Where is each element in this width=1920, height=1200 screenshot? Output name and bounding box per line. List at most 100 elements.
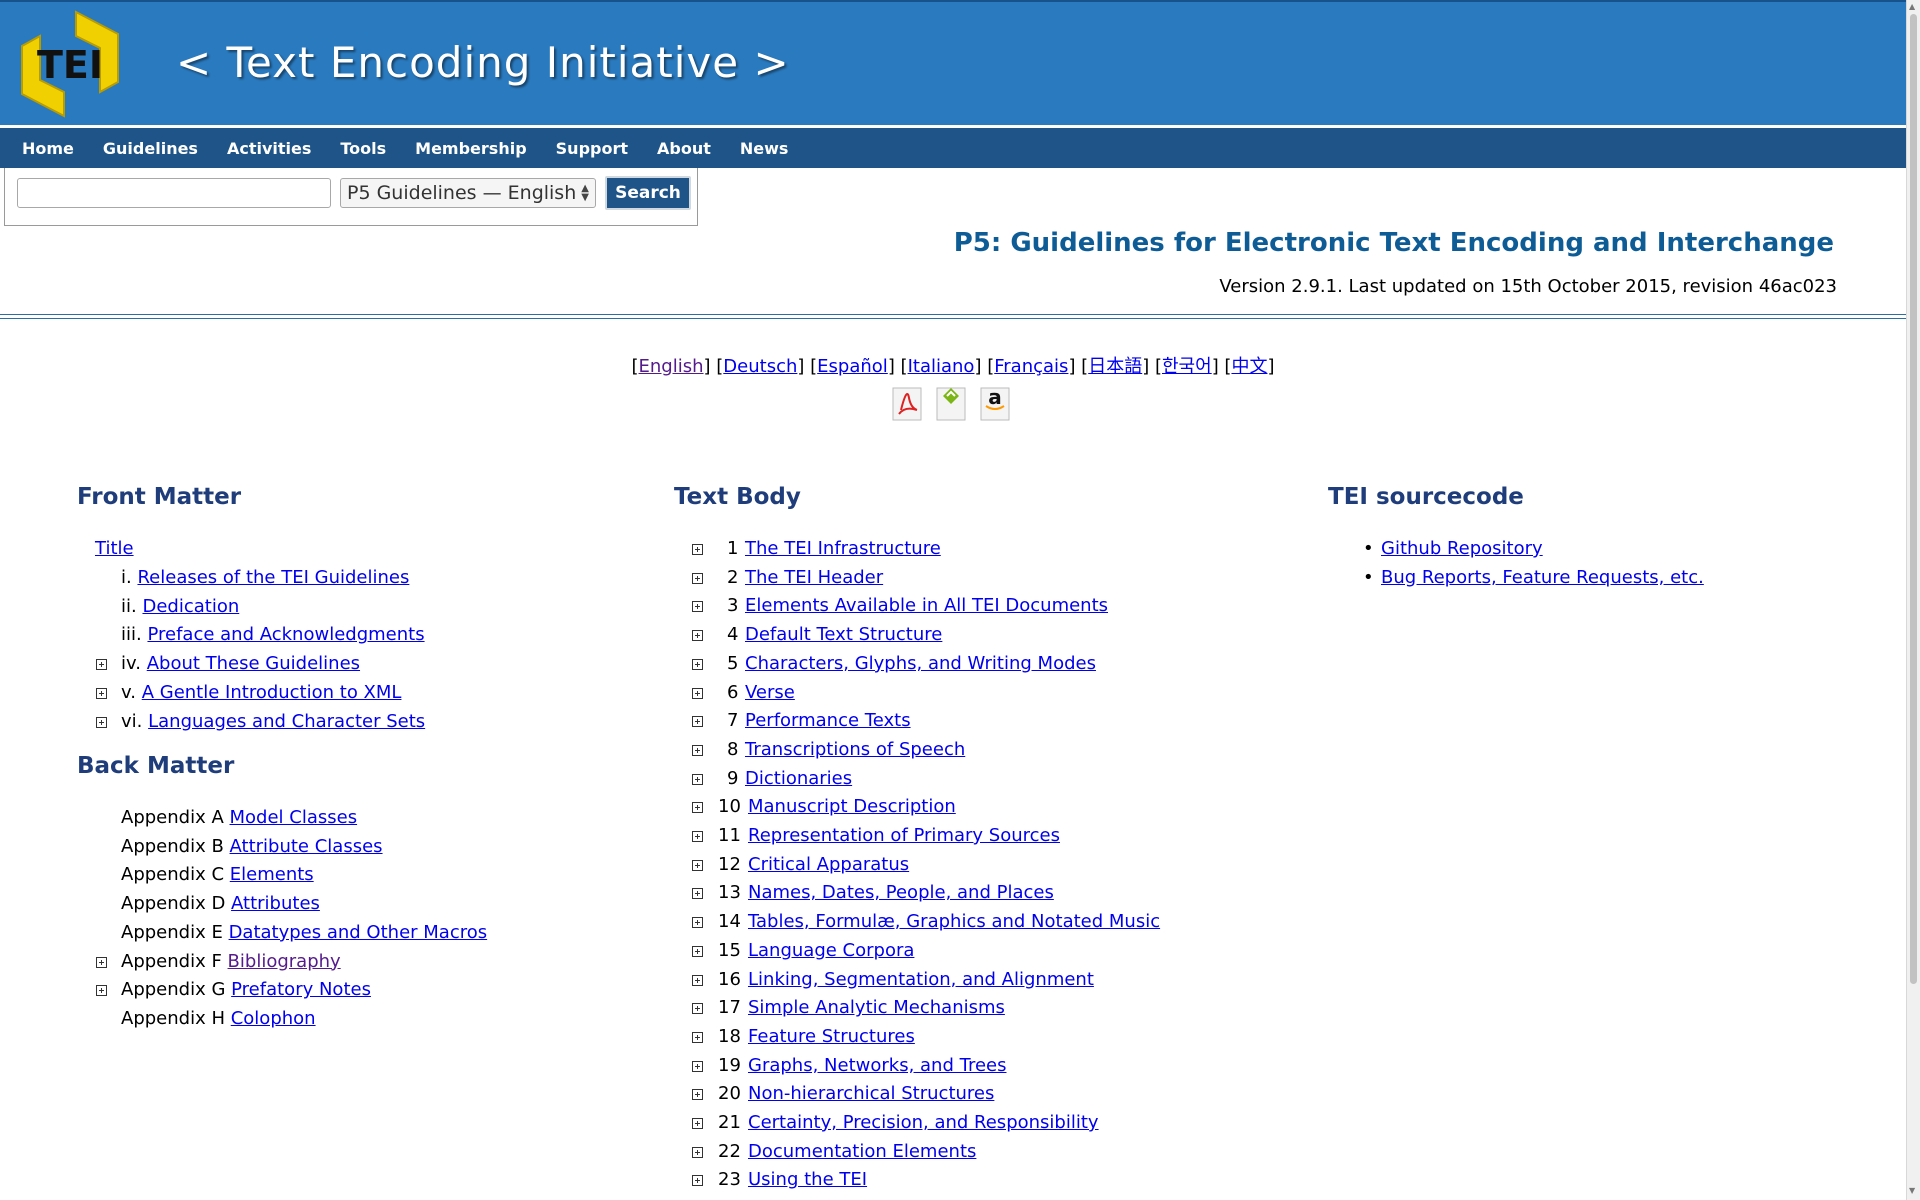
lang-chinese[interactable]: 中文 (1231, 356, 1267, 377)
appendix-link[interactable]: Bibliography (228, 951, 341, 972)
chapter-link[interactable]: Dedication (142, 596, 239, 617)
chapter-link[interactable]: The TEI Header (745, 567, 883, 588)
expand-icon[interactable] (96, 956, 107, 968)
expand-icon[interactable] (96, 659, 107, 671)
search-button[interactable]: Search (605, 176, 691, 210)
appendix-link[interactable]: Datatypes and Other Macros (229, 922, 488, 943)
expand-icon[interactable] (692, 917, 703, 929)
expand-icon[interactable] (692, 601, 703, 613)
expand-icon[interactable] (96, 687, 107, 699)
chapter-link[interactable]: Preface and Acknowledgments (147, 624, 424, 645)
chapter-number: 2 (727, 566, 739, 588)
expand-icon[interactable] (692, 831, 703, 842)
chapter-link[interactable]: Language Corpora (748, 940, 914, 961)
chapter-link[interactable]: The TEI Infrastructure (745, 538, 941, 559)
expand-icon[interactable] (692, 888, 703, 900)
guidelines-language-select[interactable]: P5 Guidelines — English ▲ ▼ (340, 178, 596, 208)
tei-logo[interactable]: TEI (14, 8, 126, 120)
expand-icon[interactable] (692, 630, 703, 642)
expand-icon[interactable] (692, 1060, 703, 1072)
lang-francais[interactable]: Français (994, 356, 1068, 377)
chapter-link[interactable]: Transcriptions of Speech (745, 739, 965, 760)
chapter-link[interactable]: Feature Structures (748, 1026, 915, 1047)
nav-news[interactable]: News (740, 139, 789, 158)
appendix-link[interactable]: Colophon (231, 1008, 316, 1029)
chapter-link[interactable]: Graphs, Networks, and Trees (748, 1055, 1006, 1076)
expand-icon[interactable] (692, 572, 703, 584)
nav-activities[interactable]: Activities (227, 139, 311, 158)
search-input[interactable] (17, 178, 331, 208)
expand-icon[interactable] (692, 1118, 703, 1129)
chapter-link[interactable]: Languages and Character Sets (148, 711, 425, 732)
expand-icon[interactable] (692, 716, 703, 728)
chapter-link[interactable]: Default Text Structure (745, 624, 942, 645)
chapter-link[interactable]: Critical Apparatus (748, 854, 909, 875)
appendix-link[interactable]: Elements (230, 864, 314, 885)
chapter-link[interactable]: Performance Texts (745, 710, 911, 731)
page-scrollbar[interactable]: ▲ ▼ (1906, 0, 1920, 1200)
scroll-up-icon[interactable]: ▲ (1909, 2, 1915, 11)
expand-icon[interactable] (692, 945, 703, 957)
expand-icon[interactable] (692, 1089, 703, 1101)
chapter-link[interactable]: Releases of the TEI Guidelines (137, 567, 409, 588)
lang-english[interactable]: English (639, 356, 704, 377)
chapter-link[interactable]: Tables, Formulæ, Graphics and Notated Mu… (748, 911, 1160, 932)
lang-espanol[interactable]: Español (817, 356, 888, 377)
sourcecode-link[interactable]: Github Repository (1381, 538, 1543, 559)
nav-membership[interactable]: Membership (415, 139, 527, 158)
chapter-link[interactable]: Certainty, Precision, and Responsibility (748, 1112, 1099, 1133)
item-number: v. (121, 681, 136, 703)
scrollbar-thumb[interactable] (1910, 14, 1917, 984)
appendix-link[interactable]: Model Classes (230, 807, 358, 828)
lang-italiano[interactable]: Italiano (908, 356, 975, 377)
list-item: Github Repository (1381, 537, 1543, 561)
epub-icon[interactable] (933, 380, 969, 424)
nav-support[interactable]: Support (556, 139, 628, 158)
chapter-link[interactable]: Documentation Elements (748, 1141, 976, 1162)
expand-icon[interactable] (692, 1031, 703, 1043)
chapter-link[interactable]: Representation of Primary Sources (748, 825, 1060, 846)
chapter-link[interactable]: Manuscript Description (748, 796, 956, 817)
site-title[interactable]: < Text Encoding Initiative > (176, 38, 790, 87)
expand-icon[interactable] (692, 859, 703, 871)
expand-icon[interactable] (692, 974, 703, 986)
nav-guidelines[interactable]: Guidelines (103, 139, 198, 158)
expand-icon[interactable] (692, 744, 703, 756)
lang-deutsch[interactable]: Deutsch (723, 356, 797, 377)
chapter-link[interactable]: About These Guidelines (147, 653, 360, 674)
expand-icon[interactable] (692, 1175, 703, 1187)
appendix-link[interactable]: Prefatory Notes (231, 979, 371, 1000)
expand-icon[interactable] (692, 773, 703, 785)
chapter-link[interactable]: Characters, Glyphs, and Writing Modes (745, 653, 1096, 674)
pdf-icon[interactable] (889, 380, 925, 424)
chapter-link[interactable]: Simple Analytic Mechanisms (748, 997, 1005, 1018)
appendix-link[interactable]: Attribute Classes (230, 836, 383, 857)
nav-tools[interactable]: Tools (340, 139, 386, 158)
chapter-link[interactable]: Names, Dates, People, and Places (748, 882, 1054, 903)
chapter-link[interactable]: Verse (745, 682, 795, 703)
chapter-link[interactable]: Dictionaries (745, 768, 852, 789)
chapter-link[interactable]: Elements Available in All TEI Documents (745, 595, 1108, 616)
list-item: Appendix H Colophon (121, 1007, 316, 1031)
expand-icon[interactable] (692, 802, 703, 814)
chapter-link[interactable]: Linking, Segmentation, and Alignment (748, 969, 1094, 990)
expand-icon[interactable] (692, 1146, 703, 1158)
nav-about[interactable]: About (657, 139, 711, 158)
chapter-link[interactable]: A Gentle Introduction to XML (142, 682, 402, 703)
expand-icon[interactable] (692, 544, 703, 555)
nav-home[interactable]: Home (22, 139, 74, 158)
lang-korean[interactable]: 한국어 (1162, 356, 1212, 377)
expand-icon[interactable] (692, 658, 703, 670)
expand-icon[interactable] (692, 687, 703, 699)
front-title-link[interactable]: Title (95, 538, 134, 559)
scroll-down-icon[interactable]: ▼ (1909, 1186, 1915, 1195)
chapter-link[interactable]: Non-hierarchical Structures (748, 1083, 994, 1104)
expand-icon[interactable] (96, 716, 107, 728)
amazon-icon[interactable]: a (977, 380, 1013, 424)
expand-icon[interactable] (692, 1003, 703, 1015)
appendix-link[interactable]: Attributes (231, 893, 320, 914)
chapter-link[interactable]: Using the TEI (748, 1169, 867, 1190)
sourcecode-link[interactable]: Bug Reports, Feature Requests, etc. (1381, 567, 1704, 588)
expand-icon[interactable] (96, 985, 107, 997)
lang-japanese[interactable]: 日本語 (1088, 356, 1142, 377)
